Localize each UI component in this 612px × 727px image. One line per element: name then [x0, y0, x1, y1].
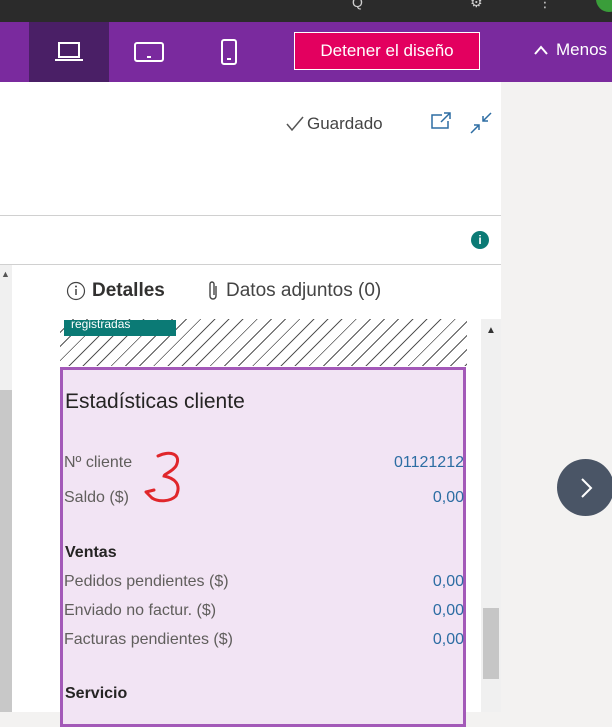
stat-label: Saldo ($) — [64, 489, 129, 506]
stat-row: Enviado no factur. ($) 0,00 — [64, 602, 464, 620]
group-header-sales: Ventas — [65, 544, 117, 561]
card-scrollbar[interactable]: ▲ — [481, 319, 501, 712]
stat-row: Nº cliente 01121212 — [64, 454, 464, 472]
collapse-icon[interactable] — [470, 112, 492, 134]
settings-icon[interactable]: ⚙ — [470, 0, 483, 11]
stat-value[interactable]: 0,00 — [433, 489, 464, 507]
chevron-right-icon — [580, 477, 592, 498]
chevron-up-icon — [534, 45, 548, 55]
stat-value[interactable]: 01121212 — [394, 454, 464, 472]
side-gutter — [501, 82, 612, 712]
phone-icon — [221, 39, 237, 65]
open-in-new-window-icon[interactable] — [430, 112, 452, 130]
stat-label: Nº cliente — [64, 454, 133, 471]
scrollbar-thumb[interactable] — [483, 608, 499, 679]
saved-status: Guardado — [286, 114, 383, 134]
left-scrollbar[interactable]: ▲ — [0, 265, 12, 712]
divider — [0, 264, 501, 265]
tab-label: Datos adjuntos (0) — [226, 280, 382, 301]
title-bar: Q ⚙ ⋮ — [0, 0, 612, 22]
card-title: Estadísticas cliente — [65, 390, 245, 413]
customer-statistics-card[interactable]: Estadísticas cliente Nº cliente 01121212… — [60, 367, 466, 727]
tab-details[interactable]: Detalles — [66, 280, 165, 302]
tablet-view-button[interactable] — [109, 22, 189, 82]
tab-label: Detalles — [92, 280, 165, 301]
scroll-up-icon[interactable]: ▲ — [486, 325, 496, 336]
less-label: Menos — [556, 40, 608, 59]
stat-label: Facturas pendientes ($) — [64, 631, 233, 648]
stat-label: Pedidos pendientes ($) — [64, 573, 229, 590]
stat-value[interactable]: 0,00 — [433, 573, 464, 591]
stat-row: Pedidos pendientes ($) 0,00 — [64, 573, 464, 591]
laptop-icon — [55, 42, 83, 61]
group-header-service: Servicio — [65, 685, 128, 702]
avatar[interactable] — [596, 0, 612, 12]
stop-design-button[interactable]: Detener el diseño — [294, 32, 480, 70]
tablet-icon — [134, 42, 164, 62]
info-icon[interactable]: i — [471, 231, 489, 249]
saved-label: Guardado — [307, 114, 383, 133]
stat-value[interactable]: 0,00 — [433, 602, 464, 620]
checkmark-icon — [286, 116, 304, 132]
content-margin — [12, 265, 60, 712]
scrollbar-thumb[interactable] — [0, 390, 12, 712]
registered-label: registradas — [64, 320, 176, 336]
red-arrow-annotation — [144, 451, 180, 503]
info-icon — [66, 281, 86, 301]
stat-value[interactable]: 0,00 — [433, 631, 464, 649]
next-button[interactable] — [557, 459, 612, 516]
design-toolbar: Detener el diseño Menos — [0, 22, 612, 82]
stat-label: Enviado no factur. ($) — [64, 602, 217, 619]
stat-row: Saldo ($) 0,00 — [64, 489, 464, 507]
divider — [0, 215, 501, 216]
paperclip-icon — [209, 281, 217, 300]
search-icon[interactable]: Q — [352, 0, 363, 10]
less-button[interactable]: Menos — [534, 40, 607, 60]
tab-attachments[interactable]: Datos adjuntos (0) — [206, 280, 381, 302]
stat-row: Facturas pendientes ($) 0,00 — [64, 631, 464, 649]
phone-view-button[interactable] — [189, 22, 269, 82]
laptop-view-button[interactable] — [29, 22, 109, 82]
more-icon[interactable]: ⋮ — [538, 0, 552, 11]
record-page: Guardado i ▲ Detalles Datos adjuntos (0)… — [0, 82, 501, 727]
scroll-up-icon[interactable]: ▲ — [1, 269, 10, 279]
